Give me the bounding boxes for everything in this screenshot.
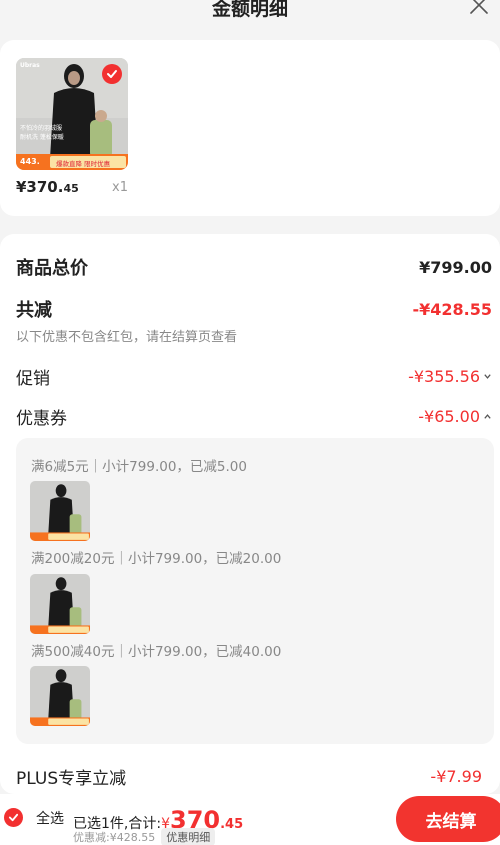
coupon-detail-box: 满6减5元｜小计799.00，已减5.00 满200减20元｜小计799.00，… [16, 438, 494, 744]
coupon-line: 满200减20元｜小计799.00，已减20.00 [31, 551, 282, 567]
image-tag-price: 443. [20, 157, 40, 166]
coupon-value: -¥65.00 [418, 407, 480, 426]
brand-mark: Ubras [20, 62, 40, 69]
discount-text: 优惠减:¥428.55 [73, 831, 156, 844]
price-detail-card: 商品总价 ¥799.00 共减 -¥428.55 以下优惠不包含红包，请在结算页… [0, 234, 500, 794]
coupon-product-thumb [30, 666, 90, 726]
discount-note: 以下优惠不包含红包，请在结算页查看 [16, 330, 238, 345]
coupon-line: 满500减40元｜小计799.00，已减40.00 [31, 644, 282, 660]
plus-value: -¥7.99 [430, 767, 482, 786]
product-qty: x1 [112, 180, 128, 195]
page-title: 金额明细 [211, 0, 288, 20]
header: 金额明细 [0, 0, 500, 32]
total-value: ¥799.00 [419, 257, 492, 277]
product-price: ¥370.45 [16, 178, 79, 196]
coupon-product-thumb [30, 481, 90, 541]
product-image[interactable]: Ubras 不怕冷的羽绒服 耐机洗 蓬松保暖 443. 爆款直降 限时优惠 [16, 58, 128, 170]
reduce-value: -¥428.55 [412, 299, 492, 319]
plus-label: PLUS专享立减 [16, 769, 127, 789]
image-tag-promo: 爆款直降 限时优惠 [56, 160, 111, 168]
promo-row[interactable]: 促销 -¥355.56 [16, 364, 492, 389]
coupon-label: 优惠券 [16, 409, 67, 429]
total-label: 商品总价 [16, 258, 88, 279]
discount-summary: 优惠减:¥428.55 优惠明细 [73, 828, 216, 845]
plus-row: PLUS专享立减 -¥7.99 [16, 764, 492, 789]
checkout-button[interactable]: 去结算 [396, 796, 500, 842]
image-slogan: 不怕冷的羽绒服 耐机洗 蓬松保暖 [20, 125, 64, 141]
coupon-line: 满6减5元｜小计799.00，已减5.00 [31, 459, 247, 475]
total-row: 商品总价 ¥799.00 [16, 254, 492, 280]
coupon-row[interactable]: 优惠券 -¥65.00 [16, 404, 492, 429]
discount-detail-button[interactable]: 优惠明细 [161, 828, 216, 845]
chevron-down-icon [484, 374, 491, 379]
select-all-check-icon[interactable] [4, 808, 23, 827]
promo-label: 促销 [16, 369, 50, 389]
reduce-row: 共减 -¥428.55 [16, 296, 492, 322]
product-check-icon[interactable] [102, 64, 122, 84]
close-icon[interactable] [468, 0, 490, 16]
product-card: Ubras 不怕冷的羽绒服 耐机洗 蓬松保暖 443. 爆款直降 限时优惠 ¥3… [0, 40, 500, 216]
promo-value: -¥355.56 [408, 367, 480, 386]
chevron-up-icon [484, 414, 491, 419]
reduce-label: 共减 [16, 300, 52, 321]
select-all-label[interactable]: 全选 [36, 808, 64, 828]
bottom-bar: 全选 已选1件,合计:¥370.45 优惠减:¥428.55 优惠明细 去结算 [0, 794, 500, 845]
coupon-product-thumb [30, 574, 90, 634]
